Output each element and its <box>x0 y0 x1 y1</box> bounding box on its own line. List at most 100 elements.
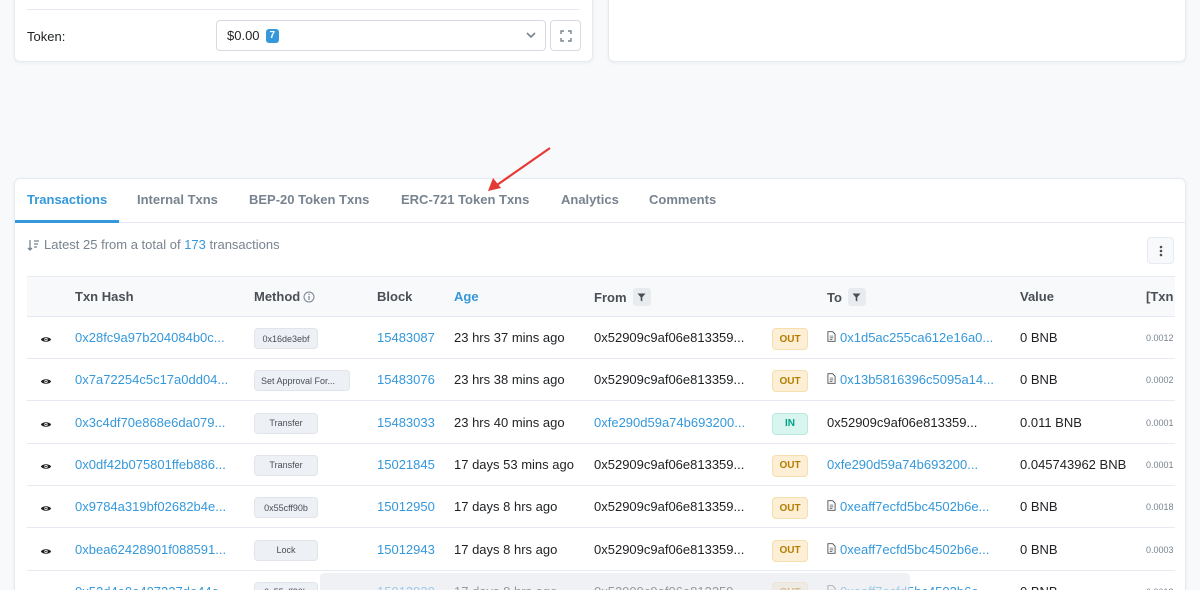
table-row: 0xbea62428901f088591... Lock 15012943 17… <box>27 529 1175 571</box>
token-label: Token: <box>27 29 66 44</box>
direction-badge: IN <box>772 412 808 435</box>
tab-bar: Transactions Internal Txns BEP-20 Token … <box>15 179 1185 223</box>
summary-suffix: transactions <box>209 237 280 252</box>
from-filter-button[interactable] <box>632 288 651 306</box>
direction-badge: OUT <box>772 370 808 393</box>
block-link[interactable]: 15012950 <box>377 499 435 514</box>
from-address: 0x52909c9af06e813359... <box>594 541 745 557</box>
info-icon[interactable] <box>303 291 315 303</box>
block-link[interactable]: 15483033 <box>377 415 435 430</box>
to-address[interactable]: 0xeaff7ecfd5bc4502b6e... <box>840 542 989 557</box>
contract-doc-icon <box>827 372 836 387</box>
direction-badge: OUT <box>772 497 808 520</box>
txn-hash-link[interactable]: 0x52d4e0e407327de44e... <box>75 584 230 590</box>
txn-fee-cell: 0.0018 <box>1146 502 1174 513</box>
info-card <box>608 0 1186 62</box>
token-dropdown[interactable]: $0.00 7 <box>216 20 546 51</box>
to-address-cell[interactable]: 0x13b5816396c5095a14... <box>827 372 994 387</box>
from-address: 0x52909c9af06e813359... <box>594 330 745 345</box>
contract-doc-icon <box>827 542 836 557</box>
value-cell: 0 BNB <box>1020 330 1058 345</box>
transactions-table: Txn Hash Method Block Age From To Value … <box>27 276 1175 590</box>
table-row: 0x0df42b075801ffeb886... Transfer 150218… <box>27 444 1175 486</box>
col-from-label: From <box>594 289 627 305</box>
txn-hash-link[interactable]: 0x0df42b075801ffeb886... <box>75 457 226 472</box>
method-badge: 0x16de3ebf <box>254 328 318 349</box>
txn-fee-cell: 0.0003 <box>1146 544 1174 555</box>
eye-icon[interactable] <box>40 586 52 590</box>
col-from: From <box>594 288 651 306</box>
eye-icon[interactable] <box>40 374 52 389</box>
txn-hash-link[interactable]: 0x7a72254c5c17a0dd04... <box>75 372 228 387</box>
token-value: $0.00 <box>227 28 260 43</box>
eye-icon[interactable] <box>40 544 52 559</box>
to-address-cell[interactable]: 0xfe290d59a74b693200... <box>827 457 978 472</box>
to-address[interactable]: 0xeaff7ecfd5bc4502b6e... <box>840 499 989 514</box>
direction-badge: OUT <box>772 454 808 477</box>
eye-icon[interactable] <box>40 501 52 516</box>
method-badge: Set Approval For... <box>254 370 350 392</box>
block-link[interactable]: 15021845 <box>377 457 435 472</box>
summary-count-link[interactable]: 173 <box>184 237 206 252</box>
col-block: Block <box>377 289 413 304</box>
to-address-cell[interactable]: 0x1d5ac255ca612e16a0... <box>827 330 993 345</box>
to-address[interactable]: 0x13b5816396c5095a14... <box>840 372 994 387</box>
eye-icon[interactable] <box>40 332 52 347</box>
summary-prefix: Latest 25 from a total of <box>44 237 181 252</box>
col-value: Value <box>1020 289 1054 304</box>
tab-erc721-token-txns[interactable]: ERC-721 Token Txns <box>401 192 529 207</box>
expand-button[interactable] <box>550 20 581 51</box>
txn-hash-link[interactable]: 0x3c4df70e868e6da079... <box>75 415 225 430</box>
more-options-button[interactable] <box>1147 237 1174 264</box>
eye-icon[interactable] <box>40 459 52 474</box>
age-cell: 17 days 8 hrs ago <box>454 541 558 557</box>
txn-fee-cell: 0.0012 <box>1146 333 1174 343</box>
from-address[interactable]: 0xfe290d59a74b693200... <box>594 415 745 430</box>
age-cell: 17 days 53 mins ago <box>454 456 574 472</box>
sort-icon <box>27 239 39 251</box>
block-link[interactable]: 15012943 <box>377 542 435 557</box>
tab-internal-txns[interactable]: Internal Txns <box>137 192 218 207</box>
to-address-cell[interactable]: 0xeaff7ecfd5bc4502b6e... <box>827 542 989 557</box>
eye-icon[interactable] <box>40 417 52 432</box>
table-row: 0x28fc9a97b204084b0c... 0x16de3ebf 15483… <box>27 317 1175 359</box>
method-badge: 0x55cff90b <box>254 581 318 590</box>
contract-doc-icon <box>827 499 836 514</box>
value-cell: 0 BNB <box>1020 499 1058 515</box>
filter-icon <box>637 293 646 301</box>
txn-summary: Latest 25 from a total of 173 transactio… <box>27 237 280 252</box>
to-address-cell[interactable]: 0xeaff7ecfd5bc4502b6e... <box>827 499 989 514</box>
to-address[interactable]: 0xfe290d59a74b693200... <box>827 457 978 472</box>
value-cell: 0.011 BNB <box>1020 414 1082 430</box>
method-badge: 0x55cff90b <box>254 497 318 519</box>
tab-bep20-token-txns[interactable]: BEP-20 Token Txns <box>249 192 369 207</box>
expand-icon <box>559 29 572 42</box>
value-cell: 0 BNB <box>1020 541 1058 557</box>
more-vertical-icon <box>1159 245 1162 256</box>
age-cell: 23 hrs 40 mins ago <box>454 414 565 430</box>
txn-hash-link[interactable]: 0x9784a319bf02682b4e... <box>75 499 226 514</box>
method-badge: Lock <box>254 539 318 561</box>
tab-comments[interactable]: Comments <box>649 192 716 207</box>
to-address[interactable]: 0x1d5ac255ca612e16a0... <box>840 330 993 345</box>
txn-fee-cell: 0.0001 <box>1146 417 1174 428</box>
txn-hash-link[interactable]: 0x28fc9a97b204084b0c... <box>75 330 225 345</box>
txn-fee-cell: 0.0002 <box>1146 375 1174 386</box>
filter-icon <box>852 293 861 301</box>
block-link[interactable]: 15483087 <box>377 330 435 345</box>
col-age[interactable]: Age <box>454 289 479 304</box>
to-filter-button[interactable] <box>847 288 866 306</box>
age-cell: 17 days 8 hrs ago <box>454 499 558 515</box>
tab-transactions[interactable]: Transactions <box>27 192 107 207</box>
value-cell: 0.045743962 BNB <box>1020 456 1127 472</box>
tab-analytics[interactable]: Analytics <box>561 192 619 207</box>
contract-doc-icon <box>827 330 836 345</box>
col-method: Method <box>254 289 315 304</box>
txn-hash-link[interactable]: 0xbea62428901f088591... <box>75 542 226 557</box>
divider <box>27 9 580 10</box>
col-method-label: Method <box>254 289 301 304</box>
value-cell: 0 BNB <box>1020 584 1058 590</box>
direction-badge: OUT <box>772 539 808 562</box>
from-address: 0x52909c9af06e813359... <box>594 499 745 515</box>
block-link[interactable]: 15483076 <box>377 372 435 387</box>
